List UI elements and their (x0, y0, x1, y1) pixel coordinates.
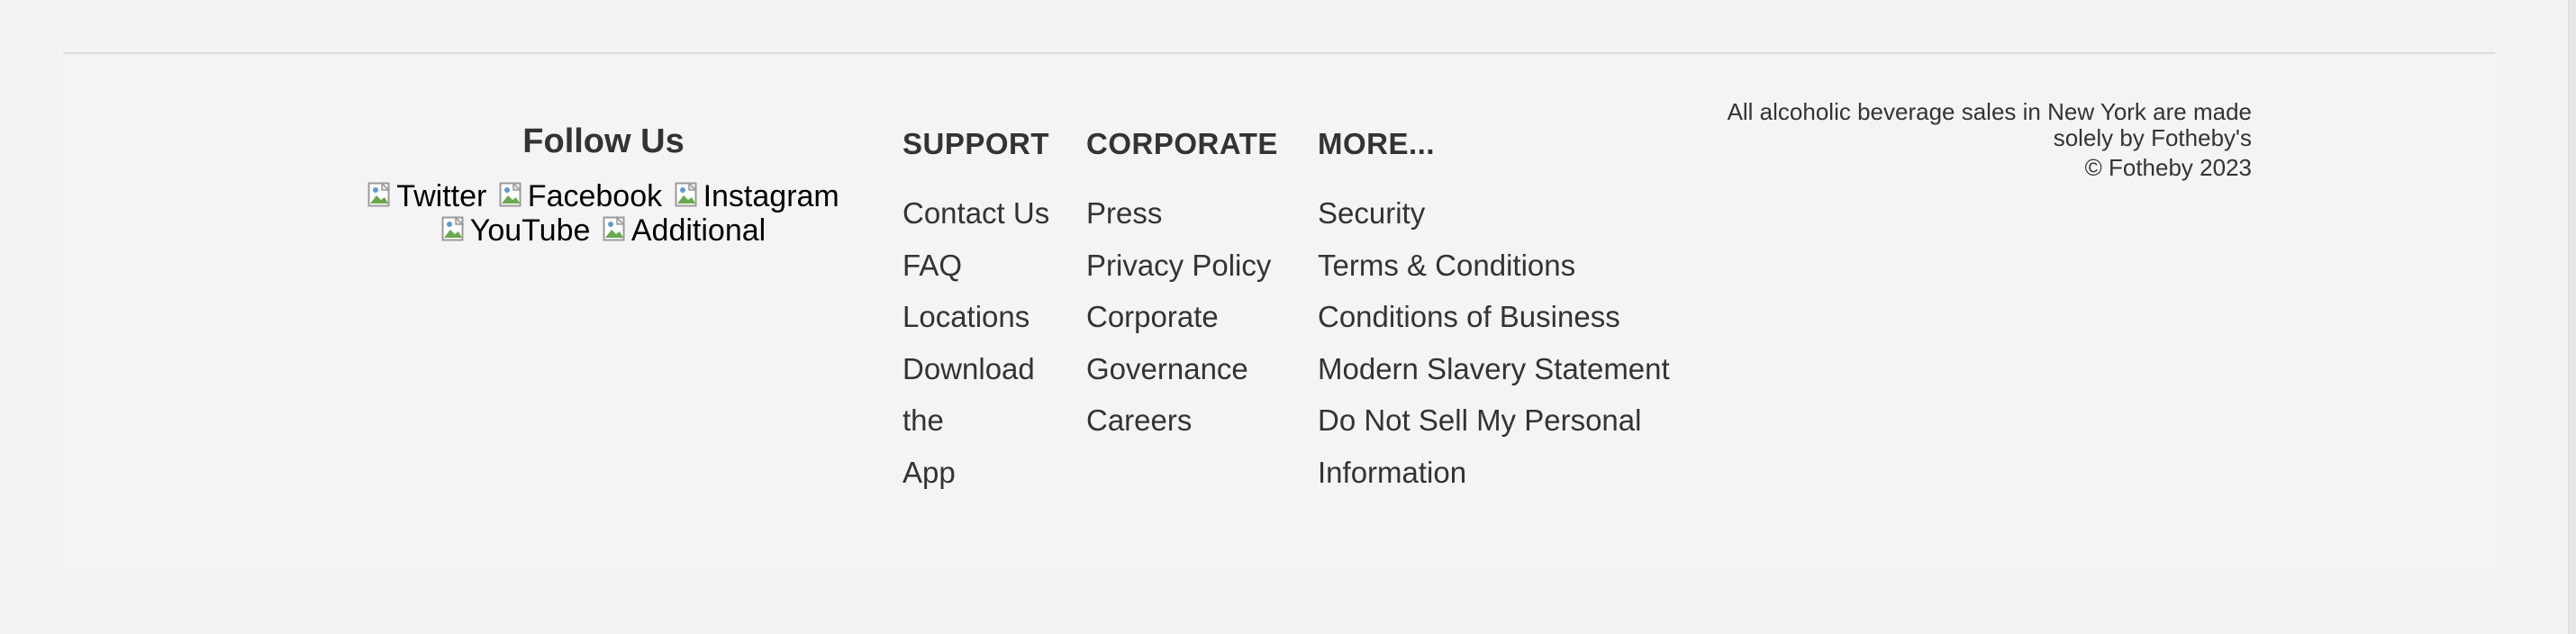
corporate-column: CORPORATE Press Privacy Policy Corporate… (1086, 126, 1311, 447)
alcohol-notice-line1: All alcoholic beverage sales in New York… (1727, 98, 2252, 125)
corporate-link-privacy-policy[interactable]: Privacy Policy (1086, 240, 1311, 292)
corporate-links: Press Privacy Policy Corporate Governanc… (1086, 187, 1311, 447)
support-column: SUPPORT Contact Us FAQ Locations Downloa… (903, 126, 1083, 498)
broken-image-icon (675, 182, 702, 209)
corporate-link-press[interactable]: Press (1086, 187, 1311, 240)
more-heading: MORE... (1318, 127, 1436, 160)
more-link-conditions-of-business[interactable]: Conditions of Business (1318, 291, 1696, 343)
support-link-faq[interactable]: FAQ (903, 240, 1083, 292)
social-links: Twitter Facebook Instagram YouTube Addit… (306, 179, 901, 248)
more-link-do-not-sell-cont[interactable]: Information (1318, 447, 1696, 499)
support-link-download-app-cont[interactable]: App (903, 447, 1083, 499)
corporate-heading: CORPORATE (1086, 127, 1278, 160)
copyright-text: © Fotheby 2023 (2084, 154, 2252, 181)
site-footer: Follow Us Twitter Facebook Instagram You… (63, 52, 2495, 567)
social-link-label: Twitter (396, 179, 487, 213)
social-link-label: Instagram (703, 179, 839, 213)
social-link-label: Facebook (527, 179, 663, 213)
social-link-label: Additional (630, 213, 766, 248)
follow-us-heading: Follow Us (522, 122, 685, 160)
more-link-modern-slavery-statement[interactable]: Modern Slavery Statement (1318, 343, 1696, 395)
more-link-do-not-sell[interactable]: Do Not Sell My Personal (1318, 394, 1696, 447)
more-link-security[interactable]: Security (1318, 187, 1696, 240)
social-link-facebook[interactable]: Facebook (499, 179, 662, 213)
legal-notice: All alcoholic beverage sales in New York… (1702, 99, 2252, 181)
social-link-instagram[interactable]: Instagram (675, 179, 839, 213)
support-links: Contact Us FAQ Locations Download the Ap… (903, 187, 1083, 498)
broken-image-icon (367, 182, 395, 209)
social-link-twitter[interactable]: Twitter (367, 179, 486, 213)
social-link-label: YouTube (469, 213, 591, 248)
broken-image-icon (603, 216, 630, 243)
more-link-terms-conditions[interactable]: Terms & Conditions (1318, 240, 1696, 292)
page: Follow Us Twitter Facebook Instagram You… (0, 0, 2576, 634)
page-scrollbar[interactable] (2568, 0, 2576, 634)
alcohol-notice-line2: solely by Fotheby's (2053, 124, 2252, 151)
corporate-link-corporate-governance-cont[interactable]: Governance (1086, 343, 1311, 395)
support-heading: SUPPORT (903, 127, 1050, 160)
follow-us-section: Follow Us Twitter Facebook Instagram You… (306, 122, 901, 248)
broken-image-icon (499, 182, 526, 209)
more-links: Security Terms & Conditions Conditions o… (1318, 187, 1696, 498)
more-column: MORE... Security Terms & Conditions Cond… (1318, 126, 1696, 498)
support-link-contact-us[interactable]: Contact Us (903, 187, 1083, 240)
support-link-download-app[interactable]: Download the (903, 343, 1083, 447)
corporate-link-careers[interactable]: Careers (1086, 394, 1311, 447)
social-link-youtube[interactable]: YouTube (441, 213, 591, 248)
social-link-additional[interactable]: Additional (603, 213, 766, 248)
support-link-locations[interactable]: Locations (903, 291, 1083, 343)
broken-image-icon (441, 216, 468, 243)
corporate-link-corporate-governance[interactable]: Corporate (1086, 291, 1311, 343)
